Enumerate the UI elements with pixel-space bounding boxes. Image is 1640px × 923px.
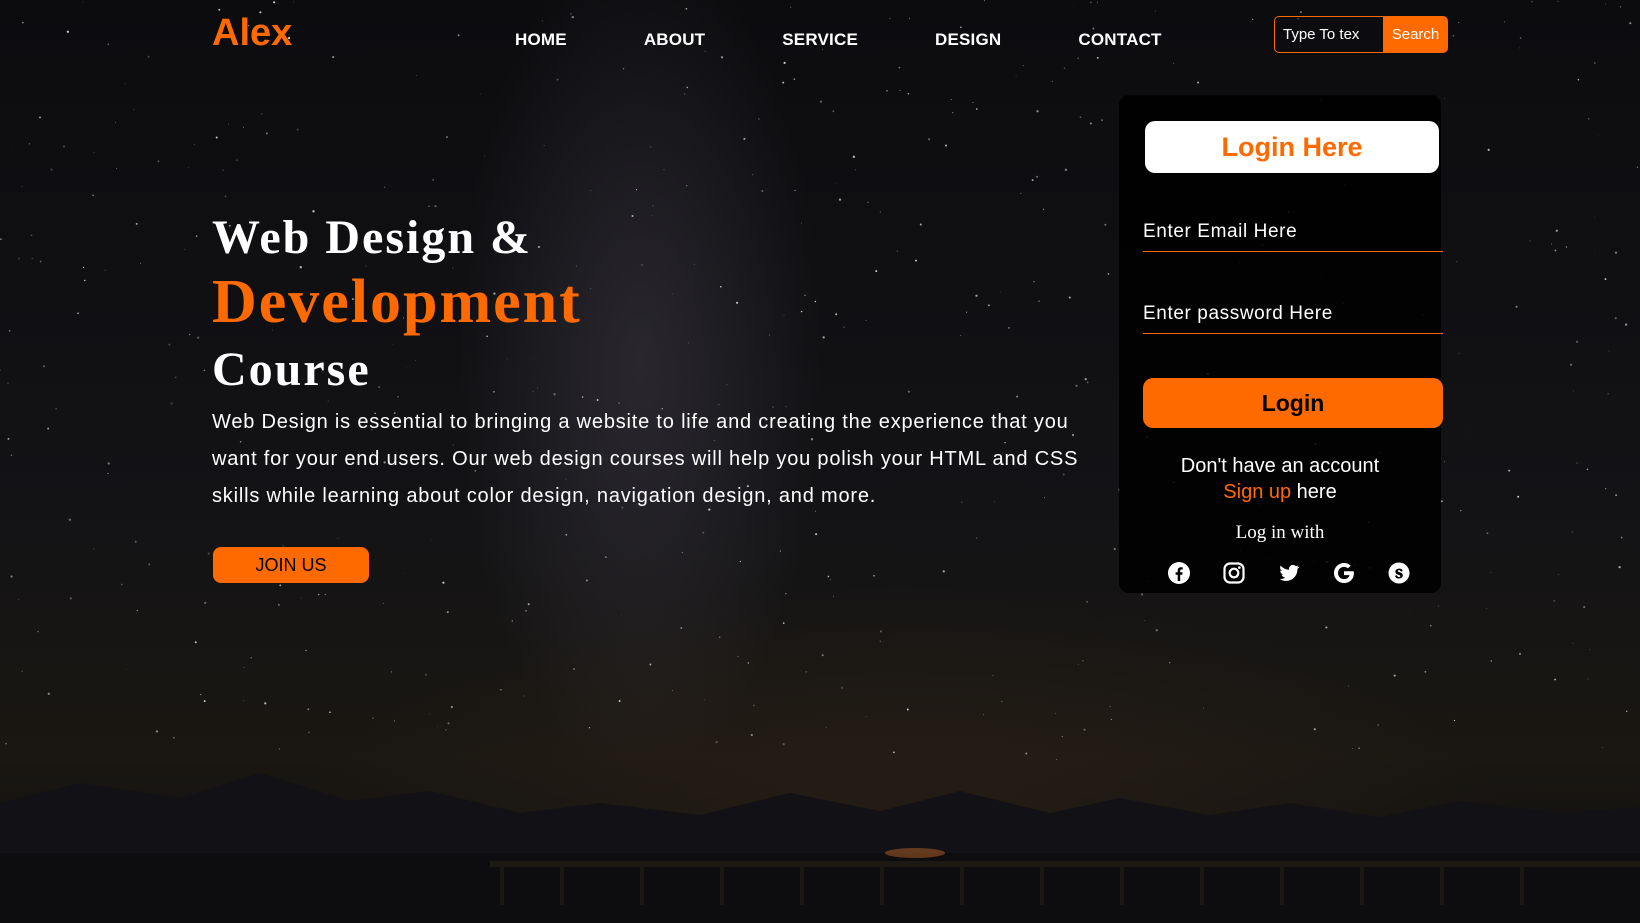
login-button[interactable]: Login: [1143, 378, 1443, 428]
lake-mountain-silhouette: [0, 773, 1640, 923]
facebook-icon[interactable]: [1167, 561, 1191, 585]
signup-link[interactable]: Sign up: [1223, 481, 1291, 503]
password-field[interactable]: [1143, 303, 1443, 334]
nav-about[interactable]: ABOUT: [644, 30, 705, 50]
nav-home[interactable]: HOME: [515, 30, 567, 50]
nav-design[interactable]: DESIGN: [935, 30, 1001, 50]
no-account-text: Don't have an account: [1180, 455, 1380, 477]
hero-title-highlight: Development: [212, 268, 582, 337]
search-bar: Search: [1274, 16, 1448, 53]
main-nav: HOME ABOUT SERVICE DESIGN CONTACT: [515, 30, 1162, 50]
signup-suffix: here: [1291, 481, 1337, 503]
skype-icon[interactable]: [1387, 561, 1411, 585]
login-title: Login Here: [1145, 121, 1439, 173]
email-field[interactable]: [1143, 221, 1443, 252]
search-button[interactable]: Search: [1383, 16, 1448, 53]
hero-description: Web Design is essential to bringing a we…: [212, 410, 1079, 507]
hero-title: Web Design & Development Course: [212, 210, 1112, 398]
nav-contact[interactable]: CONTACT: [1078, 30, 1161, 50]
google-icon[interactable]: [1332, 561, 1356, 585]
social-login-icons: [1167, 561, 1411, 585]
hero-title-line1: Web Design &: [212, 211, 533, 264]
login-card: Login Here Login Don't have an account S…: [1119, 95, 1443, 593]
search-input[interactable]: [1274, 16, 1383, 53]
nav-service[interactable]: SERVICE: [782, 30, 858, 50]
join-us-button[interactable]: JOIN US: [213, 547, 369, 583]
hero-title-line3: Course: [212, 343, 371, 397]
hero-section: Web Design & Development Course Web Desi…: [212, 210, 1112, 515]
signup-prompt: Don't have an account Sign up here: [1119, 453, 1441, 505]
site-logo[interactable]: Alex: [212, 12, 292, 55]
twitter-icon[interactable]: [1277, 561, 1301, 585]
instagram-icon[interactable]: [1222, 561, 1246, 585]
login-with-label: Log in with: [1235, 522, 1325, 543]
